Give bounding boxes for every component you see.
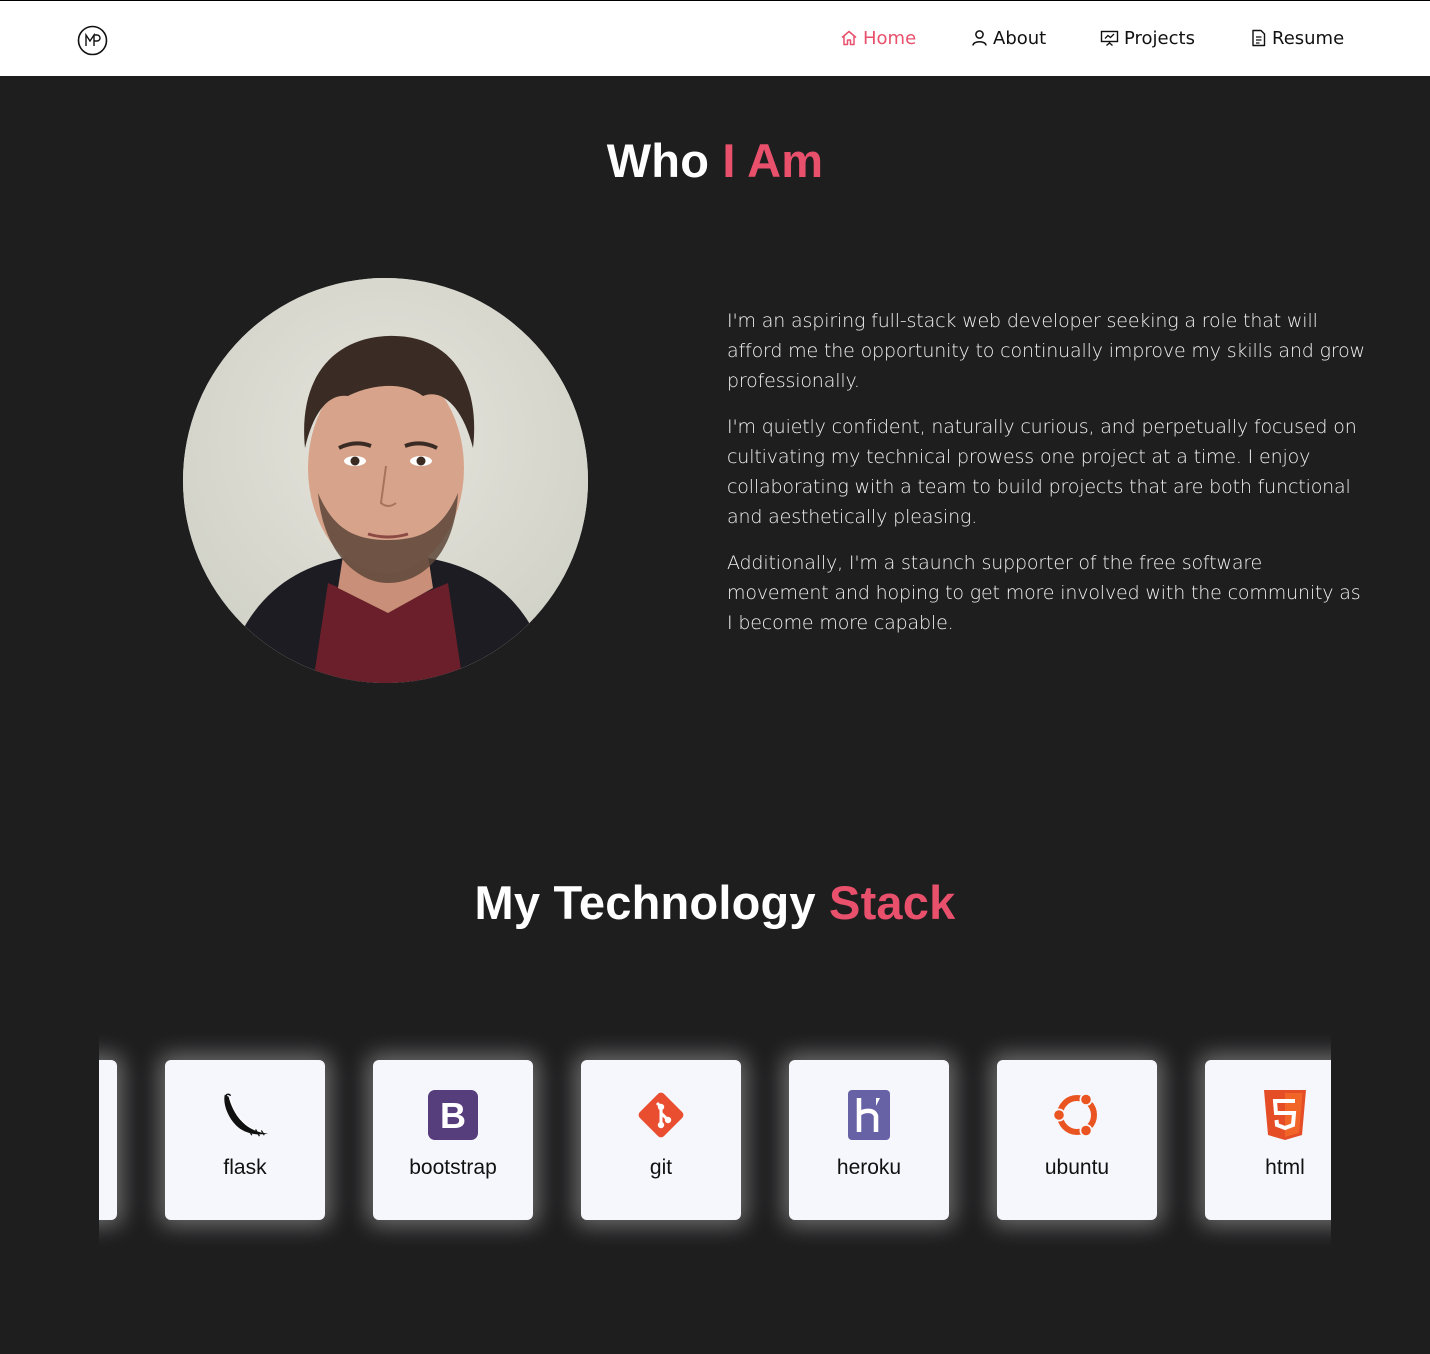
tech-card-heroku[interactable]: heroku xyxy=(789,1060,949,1220)
tech-card-ubuntu-label: ubuntu xyxy=(1044,1156,1110,1179)
tech-card-partial[interactable] xyxy=(99,1060,117,1220)
tech-card-html-label: html xyxy=(1265,1156,1305,1179)
nav-home-label: Home xyxy=(863,27,917,49)
git-icon xyxy=(635,1089,687,1141)
tech-card-ubuntu[interactable]: ubuntu xyxy=(997,1060,1157,1220)
profile-photo xyxy=(183,278,588,683)
about-heading: Who I Am xyxy=(0,133,1430,188)
navbar: Home About Projects Resume xyxy=(0,0,1430,76)
tech-card-heroku-label: heroku xyxy=(836,1156,902,1179)
about-heading-main: Who xyxy=(606,134,710,187)
svg-text:B: B xyxy=(440,1095,466,1136)
bio-paragraph-1: I'm an aspiring full-stack web developer… xyxy=(727,310,1365,392)
flask-icon xyxy=(219,1089,271,1141)
user-icon xyxy=(971,29,988,47)
tech-card-git[interactable]: git xyxy=(581,1060,741,1220)
about-heading-accent: I Am xyxy=(722,134,824,187)
nav-home[interactable]: Home xyxy=(840,24,916,52)
nav-projects[interactable]: Projects xyxy=(1100,24,1195,52)
presentation-icon xyxy=(1100,29,1119,47)
bio-text: I'm an aspiring full-stack web developer… xyxy=(727,306,1367,654)
bio-paragraph-3: Additionally, I'm a staunch supporter of… xyxy=(727,552,1361,634)
stack-heading: My Technology Stack xyxy=(0,875,1430,930)
nav-resume[interactable]: Resume xyxy=(1250,24,1344,52)
heroku-icon xyxy=(843,1089,895,1141)
stack-heading-main: My Technology xyxy=(474,876,816,929)
nav-projects-label: Projects xyxy=(1124,27,1195,49)
tech-card-flask-label: flask xyxy=(223,1156,267,1179)
ubuntu-icon xyxy=(1051,1089,1103,1141)
stack-heading-accent: Stack xyxy=(829,876,956,929)
home-icon xyxy=(840,29,858,47)
nav-about-label: About xyxy=(993,27,1047,49)
tech-card-git-label: git xyxy=(649,1156,673,1179)
html5-icon xyxy=(1259,1089,1311,1141)
mp-logo-icon[interactable] xyxy=(77,25,108,56)
bio-paragraph-2: I'm quietly confident, naturally curious… xyxy=(727,416,1357,528)
nav-resume-label: Resume xyxy=(1272,27,1345,49)
document-icon xyxy=(1250,29,1267,47)
nav-about[interactable]: About xyxy=(971,24,1046,52)
tech-stack-carousel[interactable]: flask B bootstrap git heroku ubuntu html xyxy=(99,1020,1331,1260)
tech-card-bootstrap[interactable]: B bootstrap xyxy=(373,1060,533,1220)
tech-card-bootstrap-label: bootstrap xyxy=(409,1156,497,1179)
tech-card-html[interactable]: html xyxy=(1205,1060,1331,1220)
tech-card-flask[interactable]: flask xyxy=(165,1060,325,1220)
bootstrap-icon: B xyxy=(427,1089,479,1141)
